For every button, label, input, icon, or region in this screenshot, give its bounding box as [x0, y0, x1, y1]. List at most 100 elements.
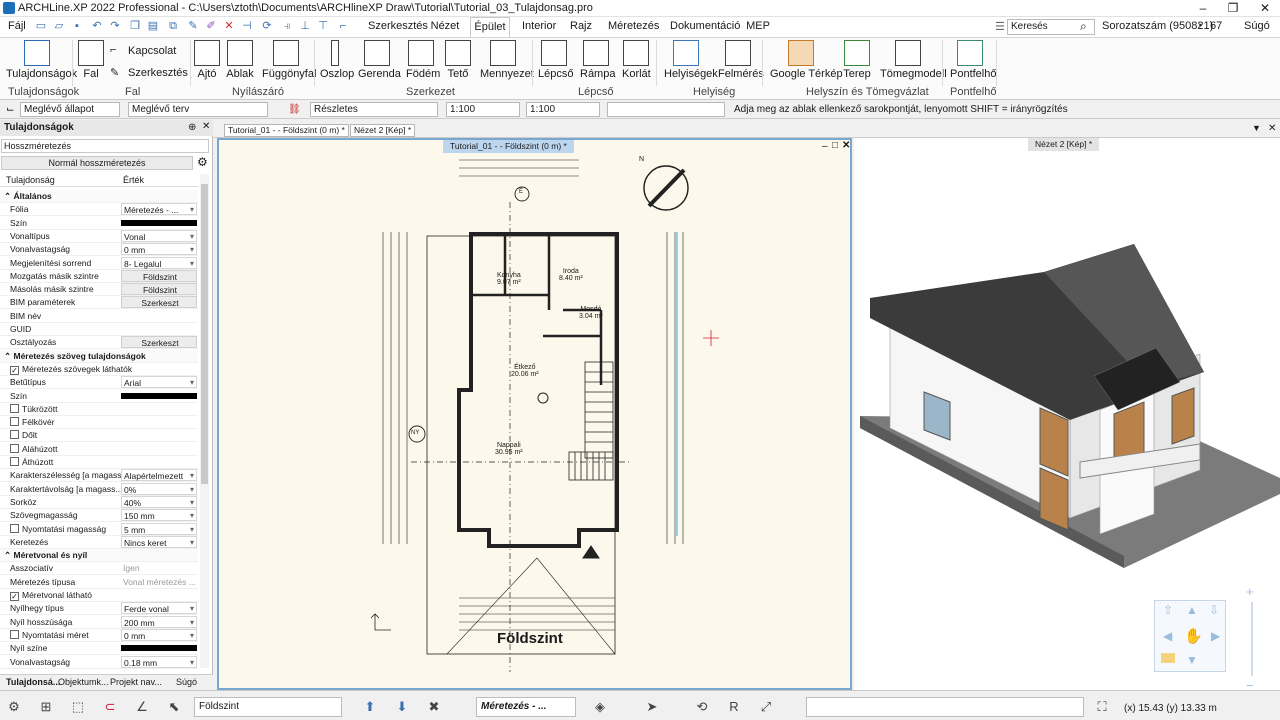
value-input[interactable]: [607, 102, 725, 117]
tab-nezet[interactable]: Nézet: [428, 17, 462, 37]
tab-epulet[interactable]: Épület: [470, 17, 510, 37]
point-cloud-button[interactable]: Pontfelhő: [950, 40, 996, 80]
offset-icon[interactable]: ⌐: [336, 19, 350, 33]
search-icon[interactable]: ⌕: [1080, 19, 1087, 34]
slab-button[interactable]: Födém: [406, 40, 440, 80]
zoom-out-icon[interactable]: −: [1246, 678, 1254, 690]
paste-icon[interactable]: ▤: [146, 19, 160, 33]
copy-format-icon[interactable]: ⧉: [166, 19, 180, 33]
pencil-icon[interactable]: ✐: [204, 19, 218, 33]
stair-button[interactable]: Lépcső: [538, 40, 573, 80]
move-icon[interactable]: ⊣: [240, 19, 254, 33]
tab-properties[interactable]: Tulajdonsá...: [6, 677, 60, 687]
google-map-button[interactable]: Google Térkép: [770, 40, 843, 80]
column-button[interactable]: Oszlop: [320, 40, 354, 80]
property-row[interactable]: Szövegmagasság 150 mm: [0, 509, 198, 523]
help-menu[interactable]: Súgó: [1244, 20, 1270, 32]
settings-icon[interactable]: ⚙: [4, 697, 24, 717]
pan-hand-icon[interactable]: ✋: [1184, 627, 1203, 645]
property-section[interactable]: ⌃ Méretvonal és nyíl: [0, 549, 198, 563]
property-row[interactable]: ✓ Méretezés szövegek láthatók: [0, 363, 198, 376]
property-value[interactable]: Méretezés - ...: [121, 203, 197, 216]
property-checkbox[interactable]: [10, 523, 19, 533]
door-button[interactable]: Ajtó: [194, 40, 220, 80]
property-row[interactable]: Nyíl színe: [0, 642, 198, 656]
ceiling-button[interactable]: Mennyezet: [480, 40, 534, 80]
delete-icon[interactable]: ✕: [222, 19, 236, 33]
property-checkbox[interactable]: [10, 430, 19, 440]
close-panel-icon[interactable]: ✕: [202, 121, 210, 132]
nav-forward-icon[interactable]: ▲: [1186, 603, 1198, 617]
tools-icon[interactable]: ✖: [424, 697, 444, 717]
property-value[interactable]: 0 mm: [121, 243, 197, 256]
wall-button[interactable]: Fal: [78, 40, 104, 80]
mass-model-button[interactable]: Tömegmodell: [880, 40, 947, 80]
property-value[interactable]: Arial: [121, 376, 197, 389]
curtain-wall-button[interactable]: Függönyfal: [262, 40, 316, 80]
undo-icon[interactable]: ↶: [90, 19, 104, 33]
property-row[interactable]: Nyíl hosszúsága 200 mm: [0, 615, 198, 629]
property-row[interactable]: Osztályozás Szerkeszt: [0, 336, 198, 350]
beam-button[interactable]: Gerenda: [358, 40, 401, 80]
rotate-icon[interactable]: ⟳: [260, 19, 274, 33]
property-value[interactable]: [121, 392, 197, 399]
property-checkbox[interactable]: ✓: [10, 592, 19, 601]
property-value[interactable]: Vonal: [121, 229, 197, 243]
tab-object-catalog[interactable]: Objektumk...: [58, 677, 109, 687]
zoom-slider[interactable]: + −: [1244, 584, 1260, 690]
property-value[interactable]: 8- Legalul: [121, 256, 197, 270]
property-row[interactable]: Nyomtatási méret 0 mm: [0, 628, 198, 642]
property-value[interactable]: Földszint: [121, 283, 197, 296]
tab-help[interactable]: Súgó: [176, 677, 197, 687]
plan-state-select[interactable]: Meglévő terv: [128, 102, 268, 117]
property-row[interactable]: Másolás másik szintre Földszint: [0, 283, 198, 297]
property-checkbox[interactable]: [10, 457, 19, 466]
state-select[interactable]: Meglévő állapot: [20, 102, 120, 117]
pin-icon[interactable]: ⌙: [6, 102, 14, 117]
properties-scrollbar[interactable]: [200, 174, 209, 668]
property-value[interactable]: Alapértelmezett: [121, 469, 197, 482]
property-row[interactable]: Megjelenítési sorrend 8- Legalul: [0, 256, 198, 270]
survey-button[interactable]: Felmérés: [718, 40, 764, 80]
rooms-button[interactable]: Helyiségek: [664, 40, 718, 80]
cursor-icon[interactable]: ⬉: [164, 697, 184, 717]
property-value[interactable]: 150 mm: [121, 509, 197, 522]
property-checkbox[interactable]: [10, 417, 19, 427]
maximize-icon[interactable]: ❐: [1218, 0, 1248, 17]
property-row[interactable]: Betűtípus Arial: [0, 376, 198, 390]
ruler-icon[interactable]: R: [724, 697, 744, 717]
property-row[interactable]: GUID: [0, 323, 198, 336]
property-row[interactable]: Karaktertávolság [a magass... 0%: [0, 482, 198, 496]
property-value[interactable]: [121, 323, 197, 335]
property-value[interactable]: 0.18 mm: [121, 655, 197, 669]
property-row[interactable]: Keretezés Nincs keret: [0, 535, 198, 549]
property-row[interactable]: Szín: [0, 217, 198, 230]
mirror-icon[interactable]: ⫣: [280, 19, 294, 33]
property-value[interactable]: Szerkeszt: [121, 296, 197, 309]
property-row[interactable]: Aláhúzott: [0, 443, 198, 456]
tab-szerkesztes[interactable]: Szerkesztés: [366, 17, 428, 37]
property-value[interactable]: 40%: [121, 495, 197, 509]
property-section[interactable]: ⌃ Általános: [0, 190, 198, 203]
property-row[interactable]: Vonaltípus Vonal: [0, 229, 198, 243]
tab-rajz[interactable]: Rajz: [568, 17, 594, 37]
property-value[interactable]: 0%: [121, 482, 197, 496]
level-up-icon[interactable]: ⬆: [360, 697, 380, 717]
save-icon[interactable]: ▪: [70, 19, 84, 33]
doc-close-icon[interactable]: ✕: [1268, 123, 1276, 134]
connection-button[interactable]: Kapcsolat: [128, 45, 176, 57]
property-value[interactable]: Szerkeszt: [121, 336, 197, 349]
layers-icon[interactable]: ◈: [590, 697, 610, 717]
tab-mep[interactable]: MEP: [744, 17, 772, 37]
trim-icon[interactable]: ⊥: [298, 19, 312, 33]
close-icon[interactable]: ✕: [1250, 0, 1280, 17]
layer-select[interactable]: Méretezés - ...: [476, 697, 576, 717]
level-down-icon[interactable]: ⬇: [392, 697, 412, 717]
selection-frame-icon[interactable]: ⬚: [68, 697, 88, 717]
scale-select-2[interactable]: 1:100: [526, 102, 600, 117]
level-select[interactable]: Földszint: [194, 697, 342, 717]
edit-icon[interactable]: ✎: [186, 19, 200, 33]
magnet-icon[interactable]: ⊂: [100, 697, 120, 717]
search-box[interactable]: Keresés ⌕: [1007, 19, 1095, 35]
property-row[interactable]: Dőlt: [0, 429, 198, 443]
